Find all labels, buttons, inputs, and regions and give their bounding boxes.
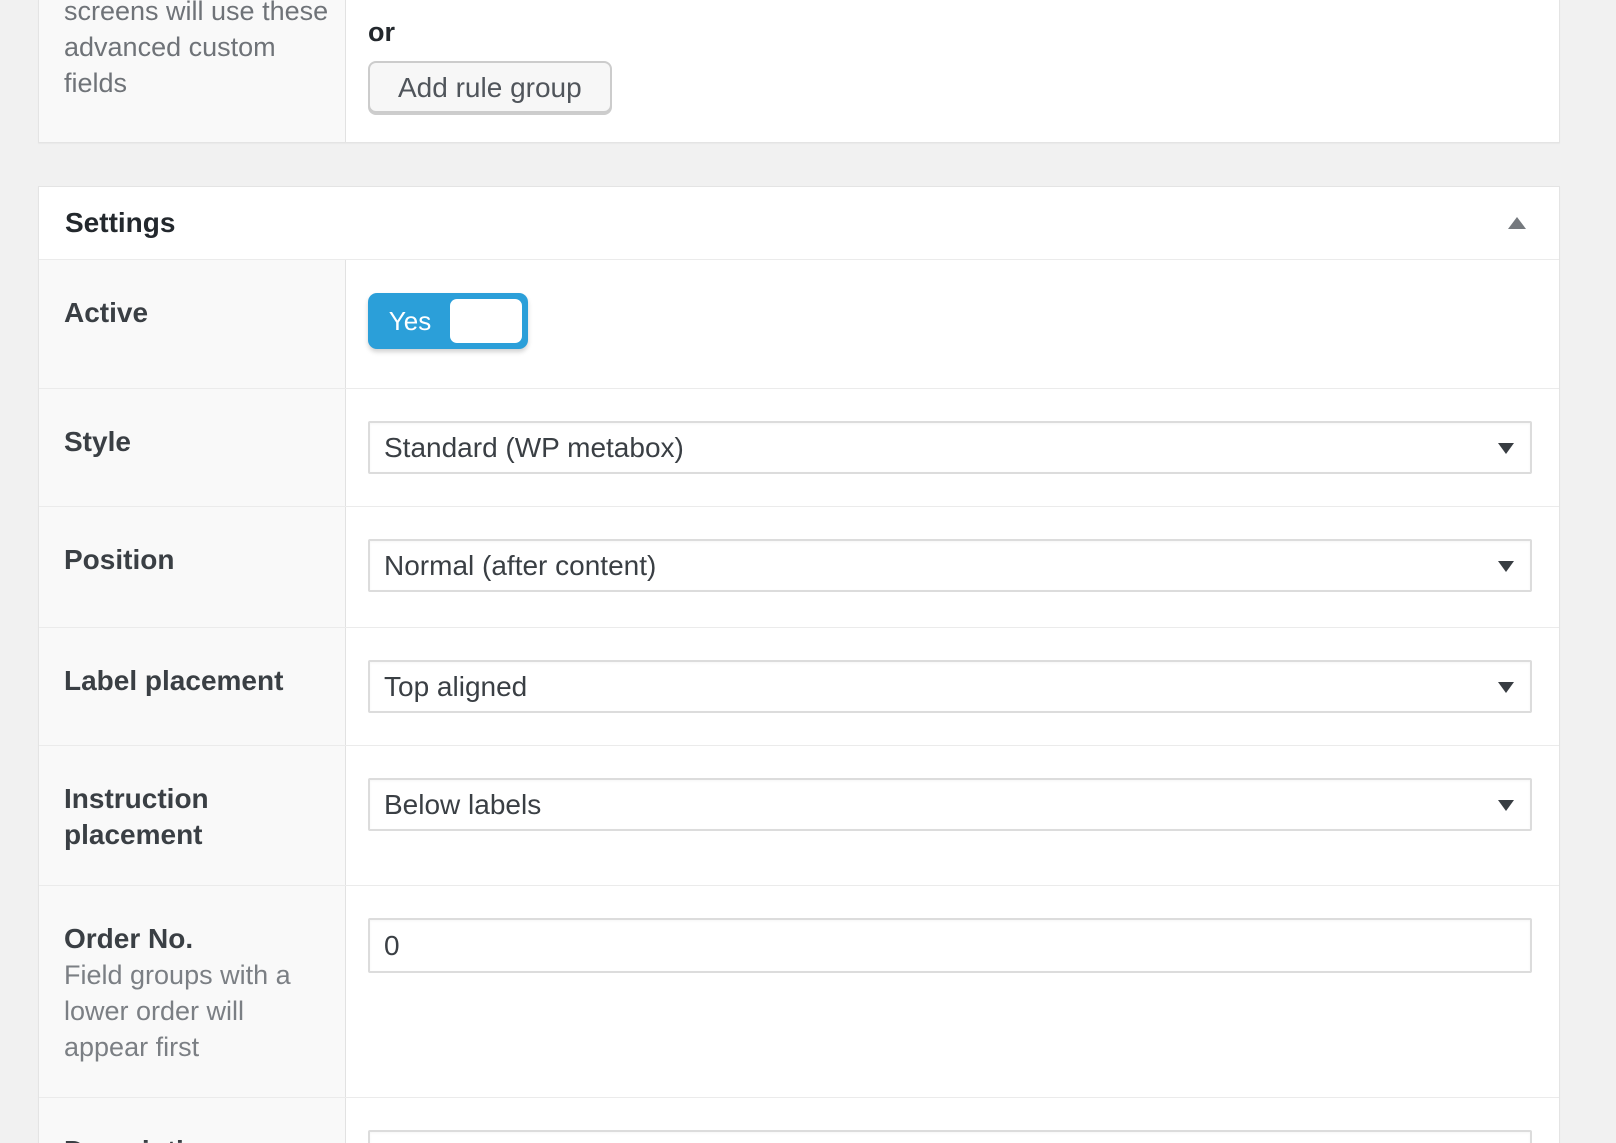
label-placement-label: Label placement bbox=[64, 663, 333, 699]
instruction-placement-select[interactable]: Below labels bbox=[368, 778, 1532, 831]
location-description: screens will use these advanced custom f… bbox=[64, 0, 333, 101]
setting-row-description: Description bbox=[39, 1097, 1559, 1143]
location-label-cell: screens will use these advanced custom f… bbox=[39, 0, 346, 142]
settings-header: Settings bbox=[39, 187, 1559, 260]
description-field-cell bbox=[346, 1098, 1559, 1143]
position-label-cell: Position bbox=[39, 507, 346, 627]
order-no-input[interactable] bbox=[368, 918, 1532, 973]
active-label: Active bbox=[64, 295, 333, 331]
setting-row-label-placement: Label placement Top aligned bbox=[39, 627, 1559, 745]
description-label: Description bbox=[64, 1133, 333, 1143]
dropdown-caret-icon bbox=[1498, 443, 1514, 454]
add-rule-group-button[interactable]: Add rule group bbox=[368, 61, 612, 113]
style-label: Style bbox=[64, 424, 333, 460]
style-select-value: Standard (WP metabox) bbox=[384, 432, 684, 464]
order-no-field-cell bbox=[346, 886, 1559, 1097]
dropdown-caret-icon bbox=[1498, 561, 1514, 572]
dropdown-caret-icon bbox=[1498, 800, 1514, 811]
label-placement-select[interactable]: Top aligned bbox=[368, 660, 1532, 713]
active-label-cell: Active bbox=[39, 260, 346, 388]
instruction-placement-select-value: Below labels bbox=[384, 789, 541, 821]
description-label-cell: Description bbox=[39, 1098, 346, 1143]
label-placement-field-cell: Top aligned bbox=[346, 628, 1559, 745]
settings-panel: Settings Active Yes bbox=[38, 186, 1560, 1143]
position-field-cell: Normal (after content) bbox=[346, 507, 1559, 627]
position-label: Position bbox=[64, 542, 333, 578]
setting-row-order-no: Order No. Field groups with a lower orde… bbox=[39, 885, 1559, 1097]
label-placement-label-cell: Label placement bbox=[39, 628, 346, 745]
instruction-placement-field-cell: Below labels bbox=[346, 746, 1559, 885]
setting-row-style: Style Standard (WP metabox) bbox=[39, 388, 1559, 506]
position-select-value: Normal (after content) bbox=[384, 550, 656, 582]
collapse-panel-button[interactable] bbox=[1505, 211, 1529, 235]
style-select[interactable]: Standard (WP metabox) bbox=[368, 421, 1532, 474]
instruction-placement-label-cell: Instruction placement bbox=[39, 746, 346, 885]
label-placement-select-value: Top aligned bbox=[384, 671, 527, 703]
page: screens will use these advanced custom f… bbox=[0, 0, 1616, 1143]
style-field-cell: Standard (WP metabox) bbox=[346, 389, 1559, 506]
setting-row-position: Position Normal (after content) bbox=[39, 506, 1559, 627]
dropdown-caret-icon bbox=[1498, 682, 1514, 693]
or-label: or bbox=[368, 14, 1532, 50]
active-toggle-knob[interactable] bbox=[450, 299, 522, 343]
style-label-cell: Style bbox=[39, 389, 346, 506]
active-toggle[interactable]: Yes bbox=[368, 293, 528, 349]
active-field-cell: Yes bbox=[346, 260, 1559, 388]
active-toggle-label: Yes bbox=[368, 293, 452, 349]
triangle-up-icon bbox=[1508, 217, 1526, 229]
location-rules-cell: or Add rule group bbox=[346, 0, 1559, 142]
setting-row-instruction-placement: Instruction placement Below labels bbox=[39, 745, 1559, 885]
position-select[interactable]: Normal (after content) bbox=[368, 539, 1532, 592]
settings-title: Settings bbox=[65, 207, 175, 239]
order-no-label: Order No. bbox=[64, 921, 333, 957]
order-no-label-cell: Order No. Field groups with a lower orde… bbox=[39, 886, 346, 1097]
setting-row-active: Active Yes bbox=[39, 260, 1559, 388]
order-no-description: Field groups with a lower order will app… bbox=[64, 957, 333, 1065]
location-description-line1: screens will use these bbox=[64, 0, 333, 29]
location-panel: screens will use these advanced custom f… bbox=[38, 0, 1560, 143]
description-input[interactable] bbox=[368, 1130, 1532, 1143]
instruction-placement-label: Instruction placement bbox=[64, 781, 333, 853]
content-column: screens will use these advanced custom f… bbox=[38, 0, 1560, 1143]
location-description-line2: advanced custom fields bbox=[64, 29, 333, 101]
